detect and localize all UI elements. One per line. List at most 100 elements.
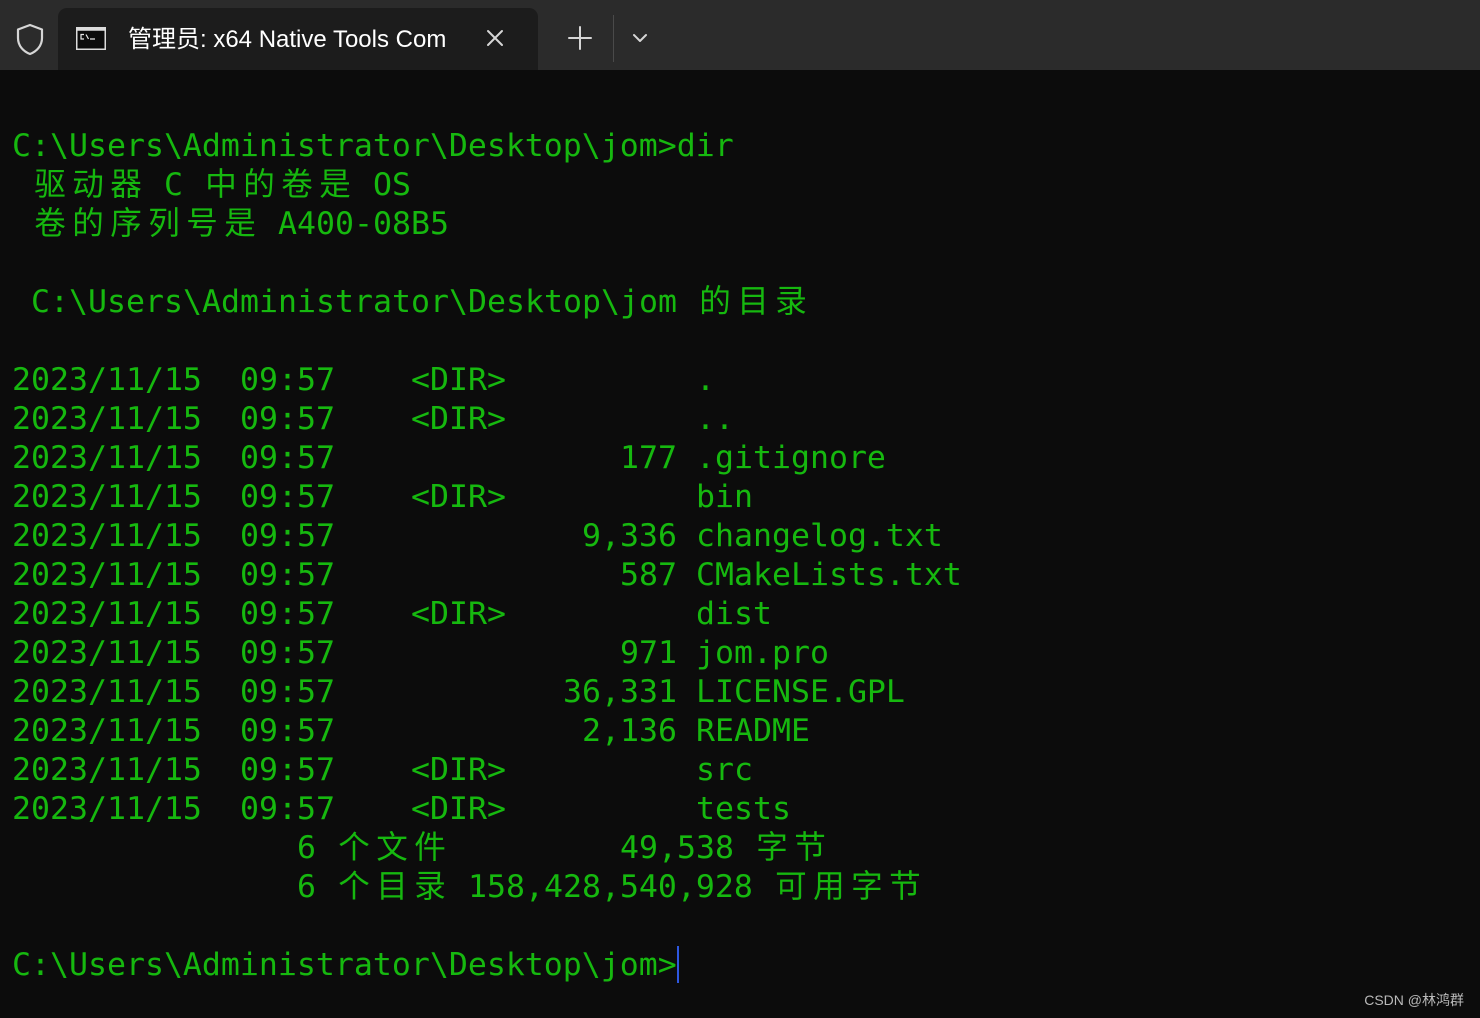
- wide-glyph: 卷: [34, 206, 66, 242]
- entry-date: 2023/11/15: [12, 518, 202, 554]
- close-icon[interactable]: [481, 24, 509, 52]
- total-bytes: 49,538: [620, 830, 734, 866]
- file-count-label: 个文件: [335, 829, 449, 868]
- dir-tag: <DIR>: [411, 401, 506, 437]
- cmd-icon: [76, 27, 106, 50]
- dir-count: 6: [297, 869, 316, 905]
- listing-row: 2023/11/15 09:57 177 .gitignore: [12, 439, 1468, 478]
- prompt: C:\Users\Administrator\Desktop\jom>: [12, 947, 677, 983]
- listing-row: 2023/11/15 09:57 9,336 changelog.txt: [12, 517, 1468, 556]
- dir-tag: <DIR>: [411, 596, 506, 632]
- entry-time: 09:57: [240, 596, 335, 632]
- wide-glyph: 件: [414, 830, 446, 866]
- entry-date: 2023/11/15: [12, 440, 202, 476]
- wide-glyph: 列: [148, 206, 180, 242]
- wide-glyph: 器: [110, 167, 142, 203]
- listing-row: 2023/11/15 09:57 <DIR> ..: [12, 400, 1468, 439]
- wide-glyph: 节: [889, 869, 921, 905]
- entry-name: changelog.txt: [696, 518, 943, 554]
- wide-glyph: 号: [186, 206, 218, 242]
- directory-line: C:\Users\Administrator\Desktop\jom 的目录: [12, 283, 1468, 322]
- command-text: dir: [676, 128, 734, 164]
- entry-time: 09:57: [240, 635, 335, 671]
- entry-time: 09:57: [240, 362, 335, 398]
- entry-name: CMakeLists.txt: [696, 557, 962, 593]
- wide-glyph: 字: [756, 830, 788, 866]
- chevron-down-icon[interactable]: [628, 26, 652, 50]
- serial-line: 卷的序列号是 A400-08B5: [12, 205, 1468, 244]
- entry-date: 2023/11/15: [12, 479, 202, 515]
- wide-glyph: 录: [775, 284, 807, 320]
- entry-name: .: [696, 362, 715, 398]
- wide-glyph: 序: [110, 206, 142, 242]
- dir-tag: <DIR>: [411, 362, 506, 398]
- wide-glyph: 是: [319, 167, 351, 203]
- wide-glyph: 的: [699, 284, 731, 320]
- free-bytes: 158,428,540,928: [468, 869, 753, 905]
- serial-text: 卷的序列号是 A400-08B5: [31, 206, 449, 242]
- entry-date: 2023/11/15: [12, 596, 202, 632]
- volume-line: 驱动器 C 中的卷是 OS: [12, 166, 1468, 205]
- wide-glyph: 用: [813, 869, 845, 905]
- wide-glyph: 个: [338, 869, 370, 905]
- directory-text: C:\Users\Administrator\Desktop\jom 的目录: [31, 284, 810, 320]
- entry-time: 09:57: [240, 791, 335, 827]
- wide-glyph: 的: [243, 167, 275, 203]
- file-size: 177: [620, 440, 677, 476]
- listing-row: 2023/11/15 09:57 <DIR> bin: [12, 478, 1468, 517]
- terminal-pane[interactable]: C:\Users\Administrator\Desktop\jom>dir 驱…: [0, 70, 1480, 1018]
- entry-name: bin: [696, 479, 753, 515]
- entry-time: 09:57: [240, 401, 335, 437]
- entry-date: 2023/11/15: [12, 635, 202, 671]
- entry-name: LICENSE.GPL: [696, 674, 905, 710]
- entry-time: 09:57: [240, 713, 335, 749]
- listing-row: 2023/11/15 09:57 <DIR> src: [12, 751, 1468, 790]
- tab-title: 管理员: x64 Native Tools Com: [128, 26, 447, 53]
- listing-row: 2023/11/15 09:57 971 jom.pro: [12, 634, 1468, 673]
- wide-glyph: 卷: [281, 167, 313, 203]
- file-size: 36,331: [563, 674, 677, 710]
- listing-row: 2023/11/15 09:57 <DIR> tests: [12, 790, 1468, 829]
- wide-glyph: 目: [376, 869, 408, 905]
- entry-name: ..: [696, 401, 734, 437]
- entry-date: 2023/11/15: [12, 362, 202, 398]
- wide-glyph: 文: [376, 830, 408, 866]
- wide-glyph: 中: [205, 167, 237, 203]
- entry-name: README: [696, 713, 810, 749]
- prompt: C:\Users\Administrator\Desktop\jom>: [12, 128, 677, 164]
- wide-glyph: 是: [224, 206, 256, 242]
- tab-bar: 管理员: x64 Native Tools Com: [0, 0, 1480, 70]
- dir-tag: <DIR>: [411, 479, 506, 515]
- summary-files-line: 6 个文件 49,538 字节: [12, 829, 1468, 868]
- shield-icon: [15, 23, 45, 56]
- listing-row: 2023/11/15 09:57 <DIR> dist: [12, 595, 1468, 634]
- terminal-output: C:\Users\Administrator\Desktop\jom>dir 驱…: [12, 127, 1468, 985]
- entry-time: 09:57: [240, 674, 335, 710]
- plus-icon[interactable]: [566, 24, 594, 52]
- entry-date: 2023/11/15: [12, 713, 202, 749]
- active-tab[interactable]: 管理员: x64 Native Tools Com: [58, 8, 538, 70]
- entry-time: 09:57: [240, 752, 335, 788]
- wide-glyph: 节: [794, 830, 826, 866]
- dir-count-label: 个目录: [335, 868, 449, 907]
- summary-dirs-line: 6 个目录 158,428,540,928 可用字节: [12, 868, 1468, 907]
- file-size: 971: [620, 635, 677, 671]
- wide-glyph: 录: [414, 869, 446, 905]
- listing-row: 2023/11/15 09:57 <DIR> .: [12, 361, 1468, 400]
- tab-bar-divider: [613, 15, 614, 62]
- entry-time: 09:57: [240, 557, 335, 593]
- wide-glyph: 可: [775, 869, 807, 905]
- free-bytes-unit: 可用字节: [772, 868, 924, 907]
- entry-date: 2023/11/15: [12, 401, 202, 437]
- listing-row: 2023/11/15 09:57 587 CMakeLists.txt: [12, 556, 1468, 595]
- file-size: 587: [620, 557, 677, 593]
- entry-time: 09:57: [240, 440, 335, 476]
- entry-name: src: [696, 752, 753, 788]
- file-size: 9,336: [582, 518, 677, 554]
- file-size: 2,136: [582, 713, 677, 749]
- wide-glyph: 的: [72, 206, 104, 242]
- total-bytes-unit: 字节: [753, 829, 829, 868]
- wide-glyph: 个: [338, 830, 370, 866]
- wide-glyph: 字: [851, 869, 883, 905]
- entry-name: jom.pro: [696, 635, 829, 671]
